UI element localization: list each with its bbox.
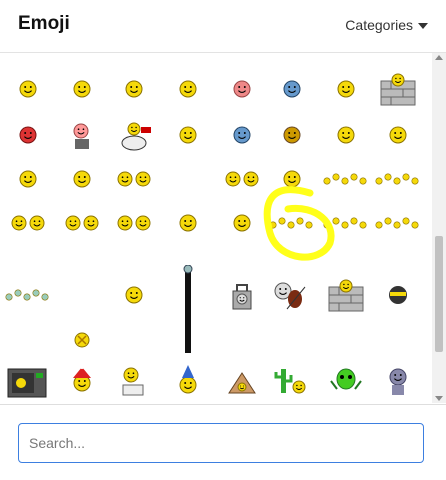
microwave-icon[interactable] [3,363,53,399]
search-input[interactable] [18,423,424,463]
emoji-grid [0,53,432,403]
footer [0,404,446,480]
cactus-smiley-icon[interactable] [267,363,317,399]
tiny-smilies-row-icon[interactable] [321,205,371,241]
scrollbar[interactable] [432,53,446,403]
ninja-smiley-icon[interactable] [373,277,423,313]
x-face-smiley-icon[interactable] [57,322,107,358]
cap-smiley-icon[interactable] [57,71,107,107]
alien-smiley-icon[interactable] [163,71,213,107]
stretch-smiley-icon[interactable] [109,277,159,313]
categories-dropdown[interactable]: Categories [345,17,428,33]
banana-smiley-icon[interactable] [217,205,267,241]
zzz-smiley-icon[interactable] [373,117,423,153]
emoji-panel-header: Emoji Categories [0,0,446,53]
crawling-smilies-icon[interactable] [3,277,53,313]
sick-smiley-icon[interactable] [217,71,267,107]
jumping-smiley-icon[interactable] [267,161,317,197]
scroll-up-icon[interactable] [435,55,443,60]
stick-smiley-icon[interactable] [163,265,213,355]
toilet-smiley-icon[interactable] [109,363,159,399]
party-hat-smiley-icon[interactable] [163,363,213,399]
bubbles-smiley-icon[interactable] [163,205,213,241]
scratching-head-smiley-icon[interactable] [57,161,107,197]
scroll-down-icon[interactable] [435,396,443,401]
santa-hat-smiley-icon[interactable] [57,363,107,399]
categories-label: Categories [345,17,413,33]
sleepy-smiley-icon[interactable] [321,117,371,153]
pointing-smilies-icon[interactable] [373,161,423,197]
blue-robot-icon[interactable] [373,363,423,399]
angry-red-smiley-icon[interactable] [3,117,53,153]
violin-smiley-icon[interactable] [267,277,317,313]
singing-smiley-icon[interactable] [3,71,53,107]
wall-smiley-icon[interactable] [321,277,371,313]
group-smilies-icon[interactable] [321,161,371,197]
blue-sad-smiley-icon[interactable] [267,71,317,107]
caret-down-icon [418,23,428,30]
camping-smiley-icon[interactable] [217,363,267,399]
brick-wall-smiley-icon[interactable] [373,71,423,107]
tiny-smilies-row-2-icon[interactable] [373,205,423,241]
brown-face-icon[interactable] [267,117,317,153]
sad-smiley-icon[interactable] [321,71,371,107]
pair-smilies-icon[interactable] [109,205,159,241]
locker-smiley-icon[interactable] [217,277,267,313]
mini-band-icon[interactable] [267,205,317,241]
dancing-smilies-icon[interactable] [109,161,159,197]
music-note-smiley-icon[interactable] [109,71,159,107]
two-smilies-icon[interactable] [3,205,53,241]
worried-smiley-icon[interactable] [163,117,213,153]
blue-face-icon[interactable] [217,117,267,153]
two-friends-icon[interactable] [57,205,107,241]
drummer-smiley-icon[interactable] [109,117,159,153]
pink-pot-smiley-icon[interactable] [57,117,107,153]
whistling-smiley-icon[interactable] [217,161,267,197]
panel-title: Emoji [18,13,70,34]
scroll-thumb[interactable] [435,236,443,352]
waving-smiley-icon[interactable] [3,161,53,197]
alien-green-icon[interactable] [321,363,371,399]
